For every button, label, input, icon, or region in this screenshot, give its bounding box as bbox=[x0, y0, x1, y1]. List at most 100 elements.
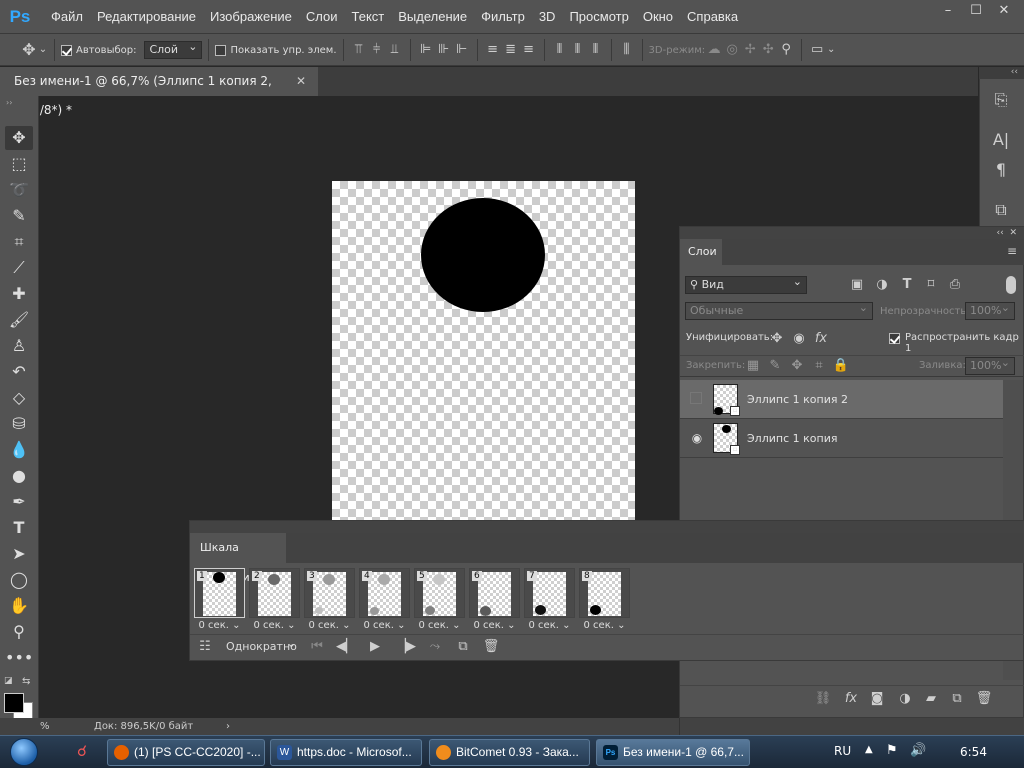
adjustment-layer-icon[interactable]: ◑ bbox=[896, 690, 914, 708]
tab-layers[interactable]: Слои bbox=[680, 239, 722, 265]
frame-delay[interactable]: 0 сек. ⌄ bbox=[194, 620, 245, 631]
marquee-tool-icon[interactable]: ⬚ bbox=[5, 152, 33, 176]
chevron-right-icon[interactable]: › bbox=[226, 718, 230, 735]
taskbar-item[interactable]: (1) [PS CC-CC2020] -... bbox=[107, 739, 265, 766]
blur-tool-icon[interactable]: 💧 bbox=[5, 438, 33, 462]
collapse-icon[interactable]: ‹‹ bbox=[997, 228, 1004, 238]
close-window-button[interactable]: ✕ bbox=[990, 2, 1018, 20]
propagate-frame-checkbox[interactable] bbox=[889, 333, 900, 344]
animation-frame[interactable]: 6 0 сек. ⌄ bbox=[469, 568, 520, 634]
move-tool-preset-icon[interactable]: ✥ bbox=[20, 41, 38, 59]
zoom-level[interactable]: % bbox=[40, 718, 50, 735]
eyedropper-tool-icon[interactable]: ⟋ bbox=[5, 256, 33, 280]
frame-delay[interactable]: 0 сек. ⌄ bbox=[304, 620, 355, 631]
pen-tool-icon[interactable]: ✒ bbox=[5, 490, 33, 514]
tween-icon[interactable]: ⤳ bbox=[426, 638, 444, 656]
layer-filter-select[interactable]: ⚲ Вид bbox=[685, 274, 807, 294]
paint-bucket-tool-icon[interactable]: ⛁ bbox=[5, 412, 33, 436]
ellipse-tool-icon[interactable]: ◯ bbox=[5, 568, 33, 592]
trash-icon[interactable]: 🗑 bbox=[975, 690, 993, 708]
panel-menu-icon[interactable]: ≡ bbox=[1007, 244, 1017, 258]
previous-frame-icon[interactable]: ◀▏ bbox=[336, 638, 356, 656]
play-icon[interactable]: ▶ bbox=[366, 638, 384, 656]
menu-layers[interactable]: Слои bbox=[299, 0, 345, 33]
taskbar-item[interactable]: W https.doc - Microsof... bbox=[270, 739, 422, 766]
autoselect-checkbox[interactable] bbox=[61, 44, 72, 56]
blend-mode-select[interactable]: Обычные bbox=[685, 300, 873, 320]
distribute-hcenter-icon[interactable]: ⦀ bbox=[569, 41, 587, 59]
more-tools-icon[interactable]: ••• bbox=[5, 646, 33, 670]
chevron-down-icon[interactable]: ⌄ bbox=[38, 41, 48, 59]
default-colors-icon[interactable]: ◪ bbox=[4, 676, 13, 686]
path-selection-tool-icon[interactable]: ➤ bbox=[5, 542, 33, 566]
animation-frame[interactable]: 3 0 сек. ⌄ bbox=[304, 568, 355, 634]
menu-3d[interactable]: 3D bbox=[532, 0, 563, 33]
menu-image[interactable]: Изображение bbox=[203, 0, 299, 33]
crop-tool-icon[interactable]: ⌗ bbox=[5, 230, 33, 254]
taskbar-item[interactable]: BitComet 0.93 - Зака... bbox=[429, 739, 590, 766]
healing-brush-tool-icon[interactable]: ✚ bbox=[5, 282, 33, 306]
search-icon[interactable]: ⚲ bbox=[777, 41, 795, 59]
lock-pixels-icon[interactable]: ✎ bbox=[766, 357, 784, 375]
menu-edit[interactable]: Редактирование bbox=[90, 0, 203, 33]
convert-timeline-icon[interactable]: ☷ bbox=[196, 638, 214, 656]
minimize-button[interactable]: – bbox=[934, 2, 962, 20]
align-top-icon[interactable]: ⫪ bbox=[350, 41, 368, 59]
close-icon[interactable]: ✕ bbox=[296, 67, 306, 96]
visibility-toggle[interactable] bbox=[690, 392, 702, 404]
clock[interactable]: 6:54 bbox=[960, 745, 987, 759]
eye-icon[interactable]: ◉ bbox=[690, 431, 704, 445]
tab-timeline[interactable]: Шкала времени bbox=[190, 533, 286, 584]
menu-filter[interactable]: Фильтр bbox=[474, 0, 532, 33]
dodge-tool-icon[interactable]: ● bbox=[5, 464, 33, 488]
layer-row[interactable]: ◉ ⌑ Эллипс 1 копия bbox=[680, 419, 1004, 458]
history-panel-icon[interactable]: ⎘ bbox=[992, 91, 1010, 109]
slide-3d-icon[interactable]: ✣ bbox=[759, 41, 777, 59]
hand-tool-icon[interactable]: ✋ bbox=[5, 594, 33, 618]
opacity-input[interactable]: 100% bbox=[965, 300, 1015, 320]
volume-icon[interactable]: 🔊 bbox=[910, 743, 926, 758]
animation-frame[interactable]: 8 0 сек. ⌄ bbox=[579, 568, 630, 634]
align-hcenter-icon[interactable]: ⊪ bbox=[435, 41, 453, 59]
lock-artboard-icon[interactable]: ⌗ bbox=[810, 357, 828, 375]
layer-row[interactable]: ⌑ Эллипс 1 копия 2 bbox=[680, 380, 1004, 419]
menu-window[interactable]: Окно bbox=[636, 0, 680, 33]
frame-delay[interactable]: 0 сек. ⌄ bbox=[469, 620, 520, 631]
foreground-color-swatch[interactable] bbox=[4, 693, 24, 713]
start-button[interactable] bbox=[6, 737, 44, 767]
distribute-top-icon[interactable]: ≡ bbox=[484, 41, 502, 59]
action-center-icon[interactable]: ⚑ bbox=[886, 743, 898, 758]
history-brush-tool-icon[interactable]: ↶ bbox=[5, 360, 33, 384]
zoom-tool-icon[interactable]: ⚲ bbox=[5, 620, 33, 644]
roll-3d-icon[interactable]: ◎ bbox=[723, 41, 741, 59]
close-icon[interactable]: ✕ bbox=[1009, 228, 1017, 238]
unify-style-icon[interactable]: fx bbox=[812, 330, 830, 348]
first-frame-icon[interactable]: ⏮ bbox=[308, 638, 326, 656]
show-hidden-icons[interactable]: ▲ bbox=[865, 744, 873, 755]
align-right-icon[interactable]: ⊩ bbox=[453, 41, 471, 59]
unify-visibility-icon[interactable]: ◉ bbox=[790, 330, 808, 348]
distribute-left-icon[interactable]: ⦀ bbox=[551, 41, 569, 59]
loop-select[interactable]: Однократно bbox=[222, 636, 300, 657]
move-tool-icon[interactable]: ✥ bbox=[5, 126, 33, 150]
autoselect-select[interactable]: Слой bbox=[144, 39, 203, 59]
align-bottom-icon[interactable]: ⫫ bbox=[386, 41, 404, 59]
align-vcenter-icon[interactable]: ⫩ bbox=[368, 41, 386, 59]
menu-type[interactable]: Текст bbox=[345, 0, 392, 33]
add-mask-icon[interactable]: ◙ bbox=[868, 690, 886, 708]
brush-tool-icon[interactable]: 🖌 bbox=[5, 308, 33, 332]
frame-delay[interactable]: 0 сек. ⌄ bbox=[414, 620, 465, 631]
workspace-icon[interactable]: ▭ bbox=[808, 41, 826, 59]
menu-help[interactable]: Справка bbox=[680, 0, 745, 33]
menu-file[interactable]: Файл bbox=[44, 0, 90, 33]
frame-delay[interactable]: 0 сек. ⌄ bbox=[249, 620, 300, 631]
document-canvas[interactable] bbox=[332, 181, 635, 521]
trash-icon[interactable]: 🗑 bbox=[482, 638, 500, 656]
swap-colors-icon[interactable]: ⇆ bbox=[22, 676, 30, 687]
lock-all-icon[interactable]: 🔒 bbox=[832, 357, 850, 375]
animation-frame[interactable]: 1 0 сек. ⌄ bbox=[194, 568, 245, 634]
show-transform-checkbox[interactable] bbox=[215, 44, 227, 56]
lasso-tool-icon[interactable]: ➰ bbox=[5, 178, 33, 202]
new-layer-icon[interactable]: ⧉ bbox=[948, 690, 966, 708]
document-tab[interactable]: Без имени-1 @ 66,7% (Эллипс 1 копия 2, R… bbox=[0, 67, 318, 117]
